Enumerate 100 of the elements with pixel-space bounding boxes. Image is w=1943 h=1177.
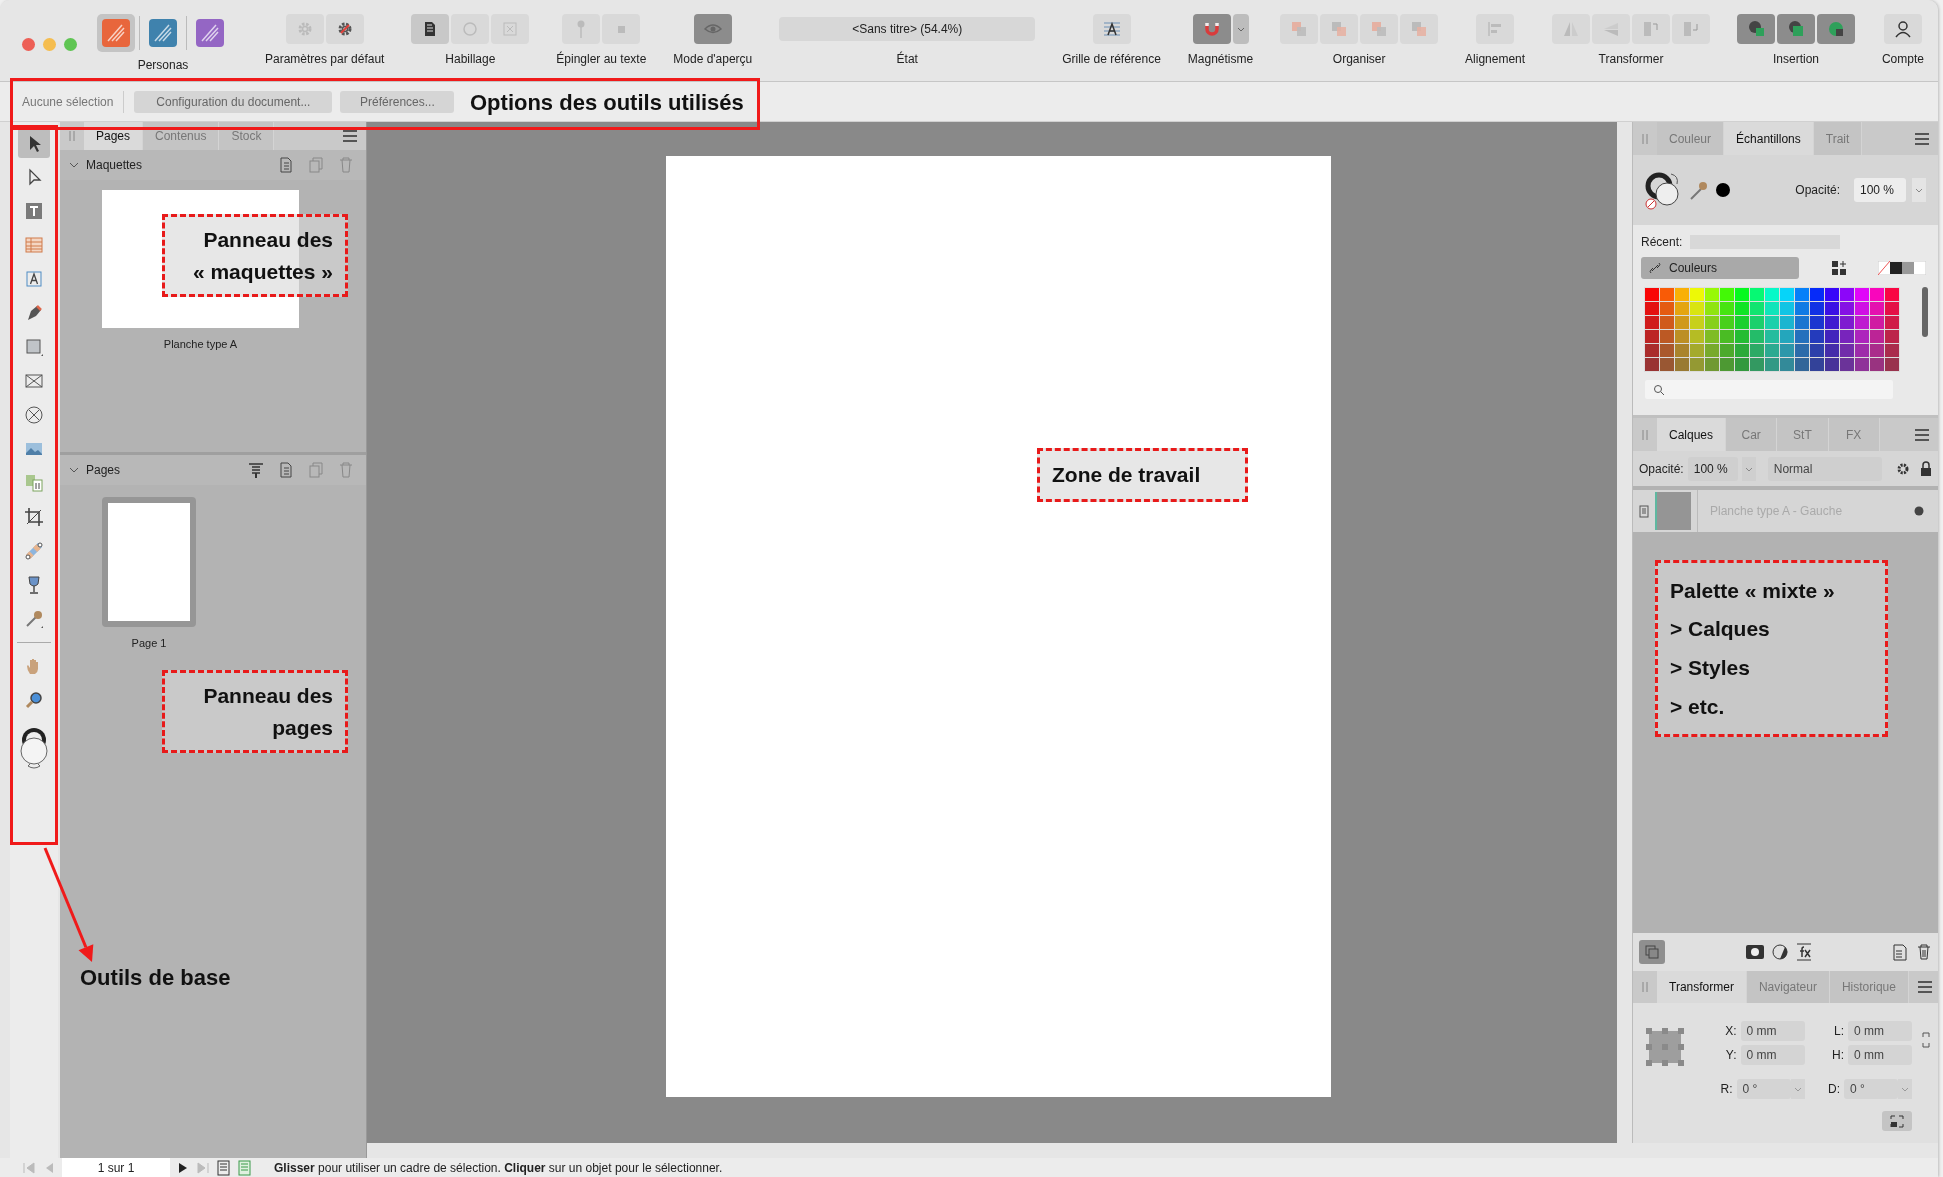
- quick-colors-icon: [1878, 261, 1926, 275]
- group-label: Organiser: [1332, 52, 1386, 66]
- panel-tab[interactable]: Transformer: [1657, 971, 1747, 1003]
- input-field[interactable]: 0 mm: [1740, 1045, 1805, 1065]
- panel-tab[interactable]: Calques: [1657, 418, 1727, 451]
- insert-icon: [1826, 19, 1846, 39]
- group-label: Transformer: [1598, 52, 1664, 66]
- last-page-icon: [196, 1161, 210, 1174]
- field-label: Récent:: [1641, 235, 1683, 249]
- group-label: Habillage: [445, 52, 496, 66]
- chevron-icon: [68, 465, 80, 475]
- caret-icon: [1914, 186, 1924, 194]
- toolbar-button[interactable]: [1092, 14, 1131, 44]
- opacity-field[interactable]: 100 %: [1687, 456, 1739, 481]
- document-icon: [216, 1159, 231, 1176]
- pipette-icon: [24, 609, 44, 629]
- crop-icon: [24, 507, 44, 527]
- group-label: Magnétisme: [1187, 52, 1254, 66]
- menu-icon: [1914, 131, 1930, 146]
- annotation-text: Palette « mixte »: [1670, 577, 1836, 604]
- opacity-field[interactable]: 100 %: [1854, 178, 1906, 202]
- window-control[interactable]: [64, 38, 77, 51]
- ellipse-frame-icon: [24, 405, 44, 425]
- spread-icon: [248, 461, 264, 479]
- annotation-text: Panneau des: [202, 683, 333, 710]
- menu-icon: [342, 129, 358, 143]
- gear-icon: [1896, 461, 1910, 476]
- input-field[interactable]: 0 mm: [1740, 1021, 1805, 1041]
- duplicate-icon: [308, 461, 324, 479]
- toolbar-button[interactable]: [693, 14, 732, 44]
- status-message: Glisser pour utiliser un cadre de sélection. Cliquer sur un objet pour le sélectionner.: [274, 1160, 723, 1175]
- input-field[interactable]: 0 mm: [1848, 1021, 1912, 1041]
- square-icon: [617, 25, 625, 33]
- search-field[interactable]: [1645, 380, 1893, 399]
- toolbar-button[interactable]: [1882, 1111, 1912, 1131]
- table-icon: [24, 235, 44, 255]
- menu-icon: [1914, 427, 1931, 442]
- group-label: Alignement: [1465, 52, 1526, 66]
- tool-button[interactable]: [18, 128, 50, 158]
- caret-icon: [1900, 1085, 1910, 1093]
- rectangle-icon: [24, 337, 44, 357]
- grip-icon: [1641, 132, 1649, 145]
- field-label: Y:: [1725, 1048, 1737, 1062]
- lock-icon: [1920, 460, 1932, 477]
- link-icon: [1649, 262, 1661, 274]
- field-label: L:: [1834, 1024, 1844, 1038]
- mask-icon: [1745, 945, 1764, 959]
- link-icon: [1922, 1031, 1930, 1049]
- group-label: État: [896, 52, 918, 66]
- annotation-text: Outils de base: [80, 964, 231, 992]
- chevron-icon: [68, 160, 80, 170]
- fx-icon: [1795, 943, 1812, 961]
- window-control[interactable]: [22, 38, 35, 51]
- picture-swap-icon: [24, 473, 44, 493]
- magnifier-icon: [24, 690, 44, 710]
- input-field[interactable]: 0 mm: [1848, 1045, 1912, 1065]
- visibility-dot-icon: [1914, 506, 1924, 516]
- field-label: H:: [1832, 1048, 1844, 1062]
- grip-icon: [1641, 428, 1649, 441]
- text-frame-icon: [24, 201, 44, 221]
- layer-thumbnail: [1655, 492, 1691, 530]
- adjustment-icon: [1771, 944, 1788, 960]
- caret-icon: [1236, 26, 1245, 32]
- toolbar-button[interactable]: [1883, 14, 1922, 44]
- color-swatch-grid[interactable]: [1644, 287, 1900, 372]
- toolbar-button[interactable]: [325, 14, 364, 44]
- insert-icon: [1746, 19, 1766, 39]
- group-label: Personas: [137, 58, 189, 72]
- page-number-field[interactable]: 1 sur 1: [62, 1158, 170, 1177]
- section-title: Pages: [86, 463, 121, 477]
- blend-mode-dropdown[interactable]: Normal: [1767, 456, 1882, 481]
- annotation-text: Zone de travail: [1052, 462, 1202, 489]
- annotation-text: > Calques: [1670, 616, 1771, 643]
- toolbar-button[interactable]: Configuration du document...: [134, 90, 333, 113]
- gradient-icon: [24, 541, 44, 561]
- input-field[interactable]: 0 °: [1844, 1079, 1898, 1099]
- document-icon: [237, 1159, 252, 1176]
- toolbar-button[interactable]: Préférences...: [340, 90, 455, 113]
- add-swatch-icon: [1831, 261, 1846, 275]
- field-label: R:: [1720, 1082, 1733, 1096]
- color-wells-icon: [18, 726, 50, 770]
- grip-icon: [68, 130, 76, 142]
- input-field[interactable]: 0 °: [1736, 1079, 1791, 1099]
- panel-tab[interactable]: Échantillons: [1724, 122, 1814, 155]
- group-label: Grille de référence: [1062, 52, 1161, 66]
- tool-button[interactable]: [18, 725, 50, 771]
- toolbar-button[interactable]: [411, 14, 450, 44]
- field-label: Opacité:: [1639, 461, 1684, 476]
- trash-icon: [1916, 943, 1932, 961]
- page-icon: [1639, 504, 1649, 518]
- color-dot-icon: [1715, 182, 1731, 198]
- panel-tab[interactable]: Pages: [84, 122, 144, 150]
- frame-icon: [1890, 1114, 1904, 1128]
- pipette-icon: [1689, 179, 1709, 201]
- search-icon: [1653, 383, 1665, 396]
- text-icon: [24, 269, 44, 289]
- palette-dropdown[interactable]: Couleurs: [1641, 257, 1799, 279]
- anchor-grid-icon: [1645, 1027, 1685, 1067]
- group-label: Paramètres par défaut: [265, 52, 385, 66]
- group-label: Compte: [1881, 52, 1924, 66]
